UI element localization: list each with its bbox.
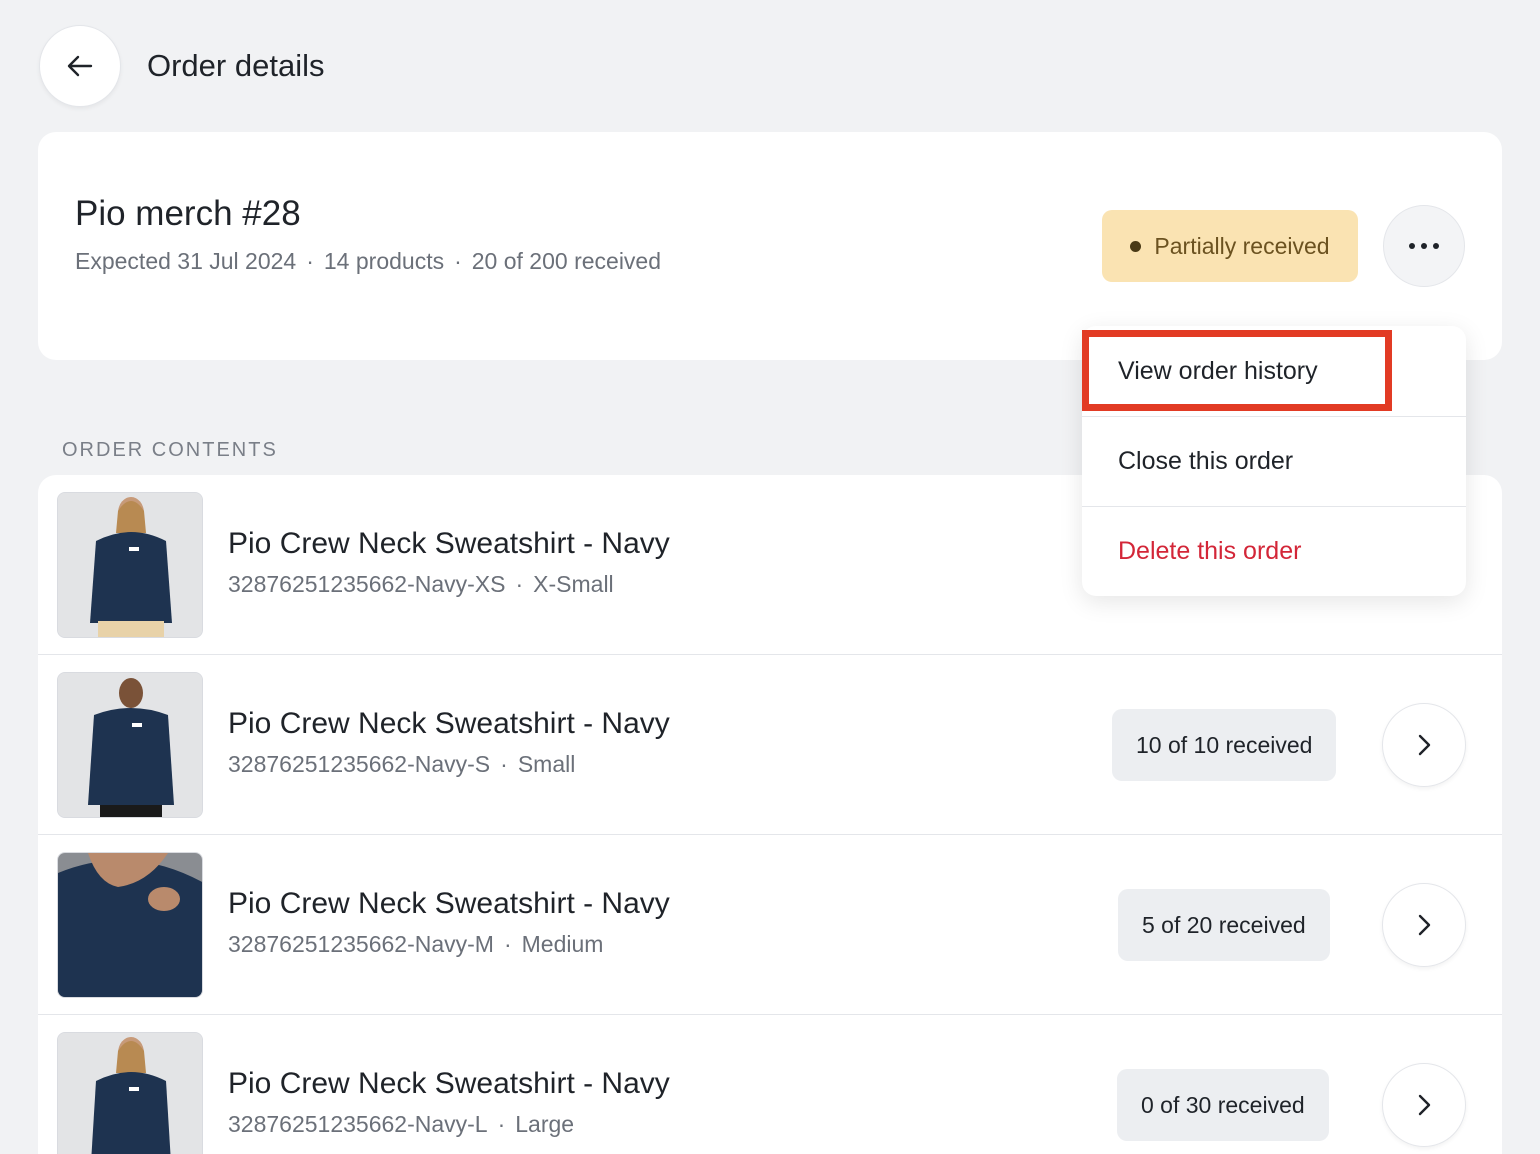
product-sku: 32876251235662-Navy-S: [228, 751, 491, 777]
meta-separator: ·: [454, 248, 462, 274]
menu-item-close-order[interactable]: Close this order: [1082, 416, 1466, 506]
order-meta: Expected 31 Jul 2024 · 14 products · 20 of 2…: [75, 246, 661, 276]
meta-separator: ·: [306, 248, 314, 274]
order-name: Pio merch #28: [75, 194, 301, 233]
product-meta: 32876251235662-Navy-S · Small: [228, 751, 575, 778]
status-label: Partially received: [1154, 232, 1330, 259]
status-dot-icon: [1130, 240, 1142, 252]
product-size: Large: [515, 1111, 575, 1137]
product-name: Pio Crew Neck Sweatshirt - Navy: [228, 887, 670, 920]
product-name: Pio Crew Neck Sweatshirt - Navy: [228, 707, 670, 740]
arrow-left-icon: [67, 55, 93, 77]
product-size: Medium: [521, 931, 604, 957]
meta-separator: ·: [503, 931, 512, 957]
meta-separator: ·: [497, 1111, 506, 1137]
back-button[interactable]: [39, 25, 121, 107]
chevron-right-icon: [1418, 1094, 1431, 1116]
list-item[interactable]: Pio Crew Neck Sweatshirt - Navy 32876251…: [38, 835, 1502, 1015]
product-meta: 32876251235662-Navy-L · Large: [228, 1111, 574, 1138]
product-thumbnail: [57, 672, 203, 818]
page-title: Order details: [147, 48, 325, 83]
chevron-right-icon: [1418, 914, 1431, 936]
expected-date: Expected 31 Jul 2024: [75, 248, 297, 274]
received-status-pill: 5 of 20 received: [1118, 889, 1330, 961]
product-sku: 32876251235662-Navy-M: [228, 931, 494, 957]
received-status-pill: 0 of 30 received: [1117, 1069, 1329, 1141]
section-label-order-contents: ORDER CONTENTS: [62, 439, 278, 461]
product-thumbnail: [57, 852, 203, 998]
order-details-page: Order details Pio merch #28 Expected 31 …: [0, 0, 1540, 1154]
more-horizontal-icon: [1409, 243, 1439, 249]
received-status-pill: 10 of 10 received: [1112, 709, 1337, 781]
product-name: Pio Crew Neck Sweatshirt - Navy: [228, 1067, 670, 1100]
list-item[interactable]: Pio Crew Neck Sweatshirt - Navy 32876251…: [38, 655, 1502, 835]
highlight-annotation-box: [1082, 330, 1392, 411]
product-meta: 32876251235662-Navy-M · Medium: [228, 931, 603, 958]
menu-item-delete-order[interactable]: Delete this order: [1082, 506, 1466, 596]
product-size: X-Small: [533, 571, 614, 597]
row-open-button[interactable]: [1382, 1063, 1466, 1147]
more-actions-button[interactable]: [1383, 205, 1465, 287]
chevron-right-icon: [1418, 734, 1431, 756]
list-item[interactable]: Pio Crew Neck Sweatshirt - Navy 32876251…: [38, 1015, 1502, 1154]
product-sku: 32876251235662-Navy-XS: [228, 571, 506, 597]
row-open-button[interactable]: [1382, 703, 1466, 787]
product-thumbnail: [57, 492, 203, 638]
meta-separator: ·: [515, 571, 524, 597]
status-badge: Partially received: [1102, 210, 1358, 282]
product-size: Small: [517, 751, 576, 777]
row-open-button[interactable]: [1382, 883, 1466, 967]
product-meta: 32876251235662-Navy-XS · X-Small: [228, 571, 614, 598]
received-count: 20 of 200 received: [471, 248, 662, 274]
product-name: Pio Crew Neck Sweatshirt - Navy: [228, 527, 670, 560]
product-thumbnail: [57, 1032, 203, 1154]
meta-separator: ·: [500, 751, 508, 777]
product-sku: 32876251235662-Navy-L: [228, 1111, 488, 1137]
product-count: 14 products: [323, 248, 445, 274]
